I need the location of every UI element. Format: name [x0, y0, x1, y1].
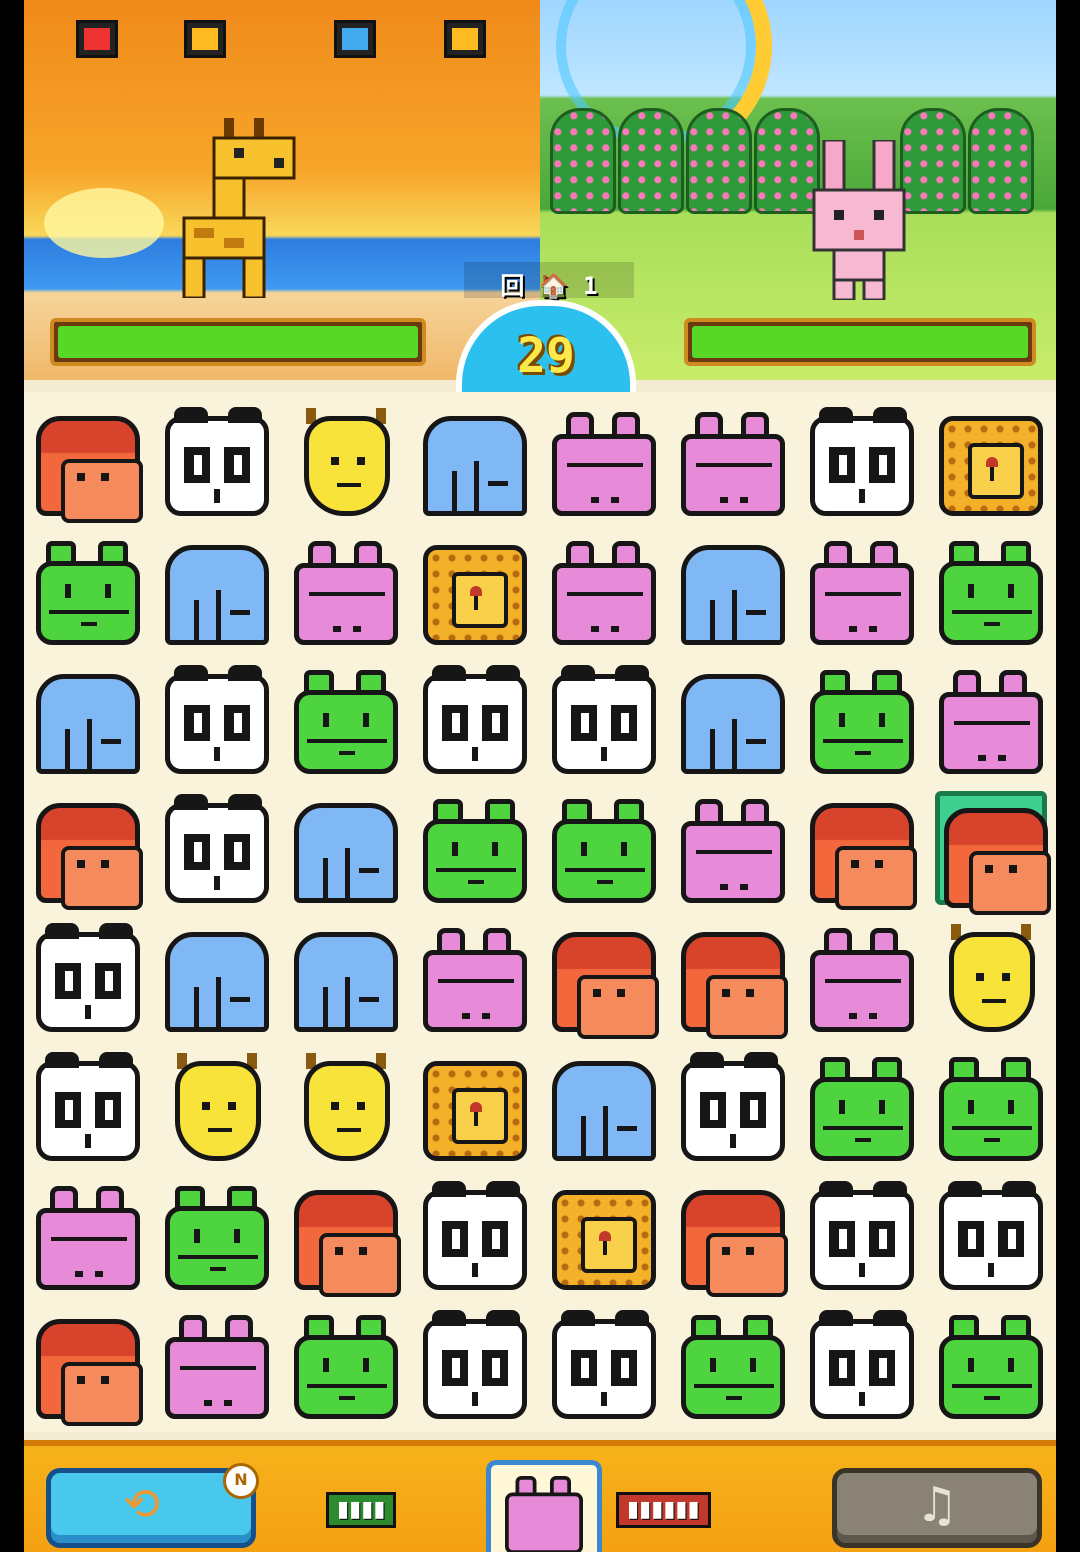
tile-hippo[interactable] — [806, 920, 918, 1034]
tile-hippo[interactable] — [677, 791, 789, 905]
tile-panda[interactable] — [806, 1307, 918, 1421]
tile-monkey[interactable] — [548, 920, 660, 1039]
tile-frog[interactable] — [935, 1049, 1047, 1163]
tree — [968, 108, 1034, 214]
tree — [618, 108, 684, 214]
shuffle-button[interactable]: ⟲ N — [46, 1463, 259, 1548]
enemy-hp-bar — [684, 318, 1036, 366]
timer-value: 29 — [517, 328, 575, 384]
tile-elephant[interactable] — [290, 791, 402, 905]
sun — [44, 188, 164, 258]
bottom-toolbar: ⟲ N ▮▮▮▮ ▮▮▮▮▮▮ ♫ — [24, 1440, 1056, 1552]
puzzle-board — [24, 392, 1056, 1432]
tile-elephant[interactable] — [548, 1049, 660, 1163]
tile-frog[interactable] — [32, 533, 144, 647]
tile-panda[interactable] — [419, 1178, 531, 1292]
tree — [686, 108, 752, 214]
attack-label-icon: ▮▮▮▮▮▮ — [616, 1492, 711, 1528]
tile-hippo[interactable] — [677, 404, 789, 518]
round-indicator: 回 🏠 1 — [464, 262, 634, 300]
tile-giraffe[interactable] — [290, 1049, 402, 1163]
status-icon-4 — [444, 20, 486, 58]
tile-panda[interactable] — [161, 662, 273, 776]
tile-hippo[interactable] — [419, 920, 531, 1034]
tile-cookie[interactable] — [548, 1178, 660, 1292]
next-tile-hippo — [502, 1470, 586, 1552]
tile-elephant[interactable] — [161, 920, 273, 1034]
status-icon-1 — [76, 20, 118, 58]
tile-elephant[interactable] — [32, 662, 144, 776]
tile-cookie[interactable] — [935, 404, 1047, 518]
tile-frog[interactable] — [935, 533, 1047, 647]
tile-frog[interactable] — [806, 1049, 918, 1163]
shuffle-icon: ⟲ — [123, 1479, 160, 1530]
tile-elephant[interactable] — [677, 533, 789, 647]
combo-label-icon: ▮▮▮▮ — [326, 1492, 397, 1528]
tile-panda[interactable] — [806, 1178, 918, 1292]
tile-giraffe[interactable] — [161, 1049, 273, 1163]
tile-giraffe[interactable] — [935, 920, 1047, 1034]
next-tile-preview — [486, 1460, 602, 1552]
enemy-hp-fill — [692, 326, 1028, 358]
tile-frog[interactable] — [935, 1307, 1047, 1421]
tile-hippo[interactable] — [290, 533, 402, 647]
tile-cookie[interactable] — [419, 533, 531, 647]
tile-elephant[interactable] — [290, 920, 402, 1034]
music-toggle-button[interactable]: ♫ — [832, 1468, 1042, 1548]
tile-hippo[interactable] — [935, 662, 1047, 776]
tile-frog[interactable] — [161, 1178, 273, 1292]
tile-panda[interactable] — [935, 1178, 1047, 1292]
status-icon-2 — [184, 20, 226, 58]
tile-panda[interactable] — [32, 1049, 144, 1163]
tile-giraffe[interactable] — [290, 404, 402, 518]
tile-monkey[interactable] — [32, 404, 144, 523]
tile-frog[interactable] — [419, 791, 531, 905]
player-hp-bar — [50, 318, 426, 366]
tile-panda[interactable] — [161, 791, 273, 905]
tile-panda[interactable] — [419, 662, 531, 776]
tile-hippo[interactable] — [161, 1307, 273, 1421]
tile-panda[interactable] — [548, 662, 660, 776]
player-hp-fill — [58, 326, 418, 358]
tile-panda[interactable] — [806, 404, 918, 518]
tile-frog[interactable] — [290, 1307, 402, 1421]
music-note-icon: ♫ — [915, 1477, 959, 1533]
bunny-enemy-sprite — [812, 140, 906, 300]
tile-hippo[interactable] — [548, 533, 660, 647]
tile-monkey[interactable] — [677, 920, 789, 1039]
battle-scene: 回 🏠 1 29 — [24, 0, 1056, 396]
tile-panda[interactable] — [161, 404, 273, 518]
tile-panda[interactable] — [419, 1307, 531, 1421]
tile-monkey[interactable] — [806, 791, 918, 910]
shuffle-badge: N — [223, 1463, 259, 1499]
tile-elephant[interactable] — [419, 404, 531, 518]
tile-monkey[interactable] — [32, 791, 144, 910]
tile-cookie[interactable] — [419, 1049, 531, 1163]
status-icon-3 — [334, 20, 376, 58]
tile-hippo[interactable] — [32, 1178, 144, 1292]
tile-panda[interactable] — [677, 1049, 789, 1163]
tile-frog[interactable] — [290, 662, 402, 776]
tile-hippo[interactable] — [548, 404, 660, 518]
tile-panda[interactable] — [32, 920, 144, 1034]
giraffe-player-sprite — [182, 118, 296, 298]
tile-frog[interactable] — [806, 662, 918, 776]
tile-monkey[interactable] — [290, 1178, 402, 1297]
tile-elephant[interactable] — [677, 662, 789, 776]
tile-frog[interactable] — [677, 1307, 789, 1421]
tile-frog[interactable] — [548, 791, 660, 905]
round-label: 回 🏠 1 — [500, 272, 598, 300]
tile-hippo[interactable] — [806, 533, 918, 647]
tile-elephant[interactable] — [161, 533, 273, 647]
tile-panda[interactable] — [548, 1307, 660, 1421]
game-screen: 回 🏠 1 29 ⟲ N ▮▮▮▮ ▮▮▮▮▮▮ ♫ — [24, 0, 1056, 1552]
tile-monkey[interactable] — [677, 1178, 789, 1297]
tile-monkey-selected[interactable] — [935, 791, 1051, 915]
tile-monkey[interactable] — [32, 1307, 144, 1426]
tree — [550, 108, 616, 214]
